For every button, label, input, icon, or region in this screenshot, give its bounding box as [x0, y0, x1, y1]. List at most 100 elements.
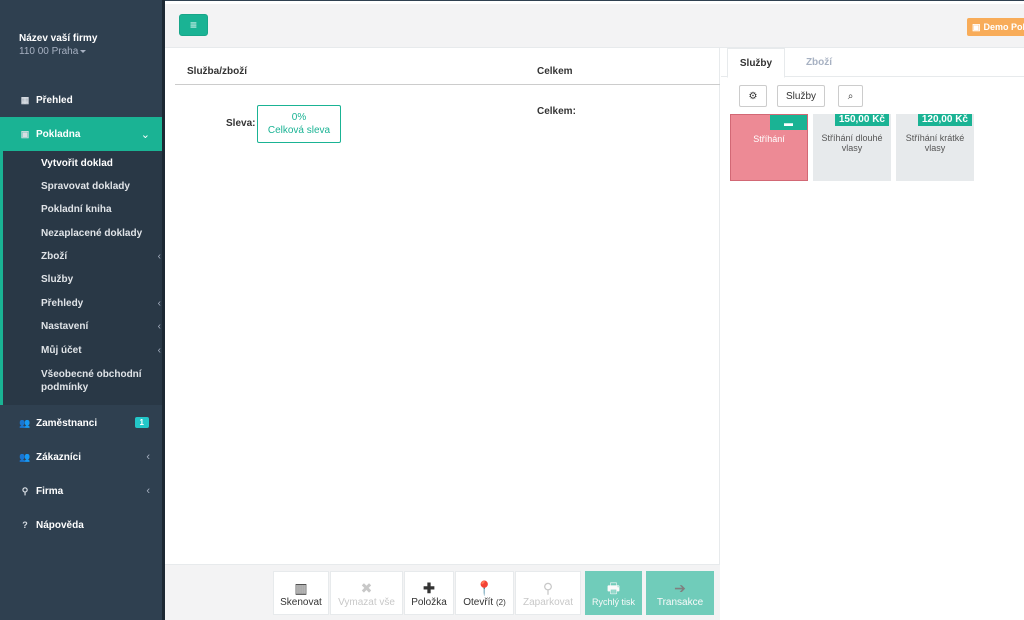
discount-caption: Celková sleva: [267, 125, 331, 136]
nav-item-label: Přehled: [36, 94, 73, 106]
hamburger-icon: ≡: [189, 18, 197, 32]
submenu-label: Zboží: [41, 251, 68, 262]
clear-all-label: Vymazat vše: [338, 596, 395, 608]
receipt-panel: Služba/zboží Celkem Sleva: 0% Celková sl…: [165, 48, 720, 620]
company-location-text: 110 00 Praha: [19, 46, 79, 57]
chevron-left-icon: ‹: [157, 298, 161, 309]
top-navbar: ≡ ▣ Demo Pokladna: [165, 4, 1024, 48]
open-button[interactable]: 📍 Otevřít (2): [455, 571, 514, 615]
service-tile[interactable]: 150,00 Kč Stříhání dlouhé vlasy: [813, 114, 891, 181]
cogs-icon: ⚙: [748, 90, 758, 102]
chevron-circle-right-icon: ➔: [674, 579, 686, 596]
submenu-label: Přehledy: [41, 298, 84, 309]
submenu-label: Vytvořit doklad: [41, 158, 113, 169]
submenu-pokladna: Vytvořit doklad Spravovat doklady Poklad…: [0, 151, 162, 405]
company-name: Název vaší firmy: [19, 33, 98, 44]
demo-button[interactable]: ▣ Demo Pokladna: [967, 18, 1024, 36]
submenu-label: Můj účet: [41, 345, 82, 356]
nav-item-zakaznici[interactable]: 👥 Zákazníci ‹: [0, 446, 162, 468]
discount-button[interactable]: 0% Celková sleva: [257, 105, 341, 143]
open-label-wrap: Otevřít (2): [463, 597, 506, 608]
chevron-left-icon: ‹: [157, 251, 161, 262]
service-tile[interactable]: 120,00 Kč Stříhání krátké vlasy: [896, 114, 974, 181]
nav-item-pokladna[interactable]: ▣ Pokladna ⌄: [0, 117, 162, 151]
open-label: Otevřít: [463, 596, 494, 608]
tab-goods[interactable]: Zboží: [789, 48, 849, 77]
pin-icon: ⚲: [542, 579, 554, 596]
add-item-label: Položka: [411, 596, 447, 608]
times-icon: ✖: [360, 579, 373, 596]
park-button[interactable]: ⚲ Zaparkovat: [515, 571, 581, 615]
quick-print-button[interactable]: 🖶 Rychlý tisk: [585, 571, 642, 615]
question-icon: ?: [22, 520, 28, 530]
tile-price: 150,00 Kč: [834, 114, 889, 126]
nav-item-label: Zákazníci: [36, 451, 82, 463]
submenu-item-muj-ucet[interactable]: Můj účet ‹: [41, 344, 161, 357]
submenu-item-zbozi[interactable]: Zboží ‹: [41, 250, 161, 263]
nav-item-zamestnanci[interactable]: 👥 Zaměstnanci 1: [0, 412, 162, 434]
submenu-item-nezaplacene-doklady[interactable]: Nezaplacené doklady: [41, 227, 161, 240]
caret-down-icon: [80, 49, 87, 53]
service-tile-folder[interactable]: ▬ Stříhání: [730, 114, 808, 181]
nav-item-prehled[interactable]: ▦ Přehled: [0, 89, 162, 111]
tab-services[interactable]: Služby: [727, 48, 785, 78]
demo-label: Demo Pokladna: [983, 22, 1024, 32]
submenu-item-spravovat-doklady[interactable]: Spravovat doklady: [41, 180, 161, 193]
th-large-icon: ▦: [20, 94, 30, 105]
users-icon: 👥: [19, 451, 31, 462]
tile-name: Stříhání krátké vlasy: [905, 133, 965, 153]
clear-all-button[interactable]: ✖ Vymazat vše: [330, 571, 403, 615]
search-button[interactable]: ⌕: [838, 85, 863, 107]
nav-item-label: Zaměstnanci: [36, 417, 98, 429]
submenu-item-vytvorit-doklad[interactable]: Vytvořit doklad: [41, 157, 161, 170]
discount-label: Sleva:: [226, 118, 256, 129]
transaction-button[interactable]: ➔ Transakce: [646, 571, 714, 615]
submenu-item-obchodni-podminky[interactable]: Všeobecné obchodní podmínky: [41, 368, 161, 394]
submenu-item-nastaveni[interactable]: Nastavení ‹: [41, 320, 161, 333]
settings-button[interactable]: ⚙: [739, 85, 767, 107]
add-item-button[interactable]: ✚ Položka: [404, 571, 454, 615]
users-icon: 👥: [19, 417, 31, 428]
folder-icon: ▬: [770, 115, 807, 130]
money-icon: ▣: [20, 128, 30, 139]
transaction-label: Transakce: [656, 596, 704, 608]
category-filter-button[interactable]: Služby: [777, 85, 825, 107]
count-badge: 1: [134, 417, 149, 428]
nav-item-napoveda[interactable]: ? Nápověda: [0, 514, 162, 536]
company-info[interactable]: Název vaší firmy 110 00 Praha: [19, 33, 97, 57]
barcode-icon: ▥: [294, 579, 308, 596]
quick-print-label: Rychlý tisk: [591, 597, 635, 607]
tile-name: Stříhání dlouhé vlasy: [821, 133, 883, 153]
chevron-left-icon: ‹: [146, 451, 150, 463]
submenu-label: Všeobecné obchodní podmínky: [41, 369, 142, 393]
nav-item-firma[interactable]: ⚲ Firma ‹: [0, 480, 162, 502]
submenu-item-prehledy[interactable]: Přehledy ‹: [41, 297, 161, 310]
discount-value: 0%: [291, 112, 307, 123]
nav-item-label: Pokladna: [36, 128, 81, 140]
header-divider: [175, 84, 720, 85]
submenu-label: Nastavení: [41, 321, 89, 332]
menu-toggle-button[interactable]: ≡: [179, 14, 208, 36]
company-location[interactable]: 110 00 Praha: [19, 46, 97, 57]
catalog-tabs: Služby Zboží: [721, 48, 1024, 78]
submenu-item-sluzby[interactable]: Služby: [41, 273, 161, 286]
catalog-panel: Služby Zboží ⚙ Služby ⌕ ▬ Stříhání 150,0…: [721, 48, 1024, 620]
chevron-down-icon: ⌄: [140, 128, 150, 141]
submenu-label: Pokladní kniha: [41, 204, 112, 215]
chevron-left-icon: ‹: [157, 321, 161, 332]
money-icon: ▣: [972, 21, 981, 32]
plus-icon: ✚: [423, 579, 435, 596]
total-label: Celkem:: [537, 106, 576, 117]
pin-icon: 📍: [475, 579, 494, 596]
action-toolbar: ▥ Skenovat ✖ Vymazat vše ✚ Položka 📍 Ote…: [165, 564, 720, 620]
submenu-item-pokladni-kniha[interactable]: Pokladní kniha: [41, 203, 161, 216]
sidebar: Název vaší firmy 110 00 Praha ▦ Přehled …: [0, 0, 165, 620]
column-header-item: Služba/zboží: [187, 66, 247, 77]
nav-item-label: Firma: [36, 485, 64, 497]
open-count: (2): [496, 597, 506, 607]
scan-button[interactable]: ▥ Skenovat: [273, 571, 329, 615]
nav-item-label: Nápověda: [36, 519, 84, 531]
chevron-left-icon: ‹: [157, 345, 161, 356]
map-marker-icon: ⚲: [21, 485, 29, 496]
park-label: Zaparkovat: [522, 596, 574, 608]
